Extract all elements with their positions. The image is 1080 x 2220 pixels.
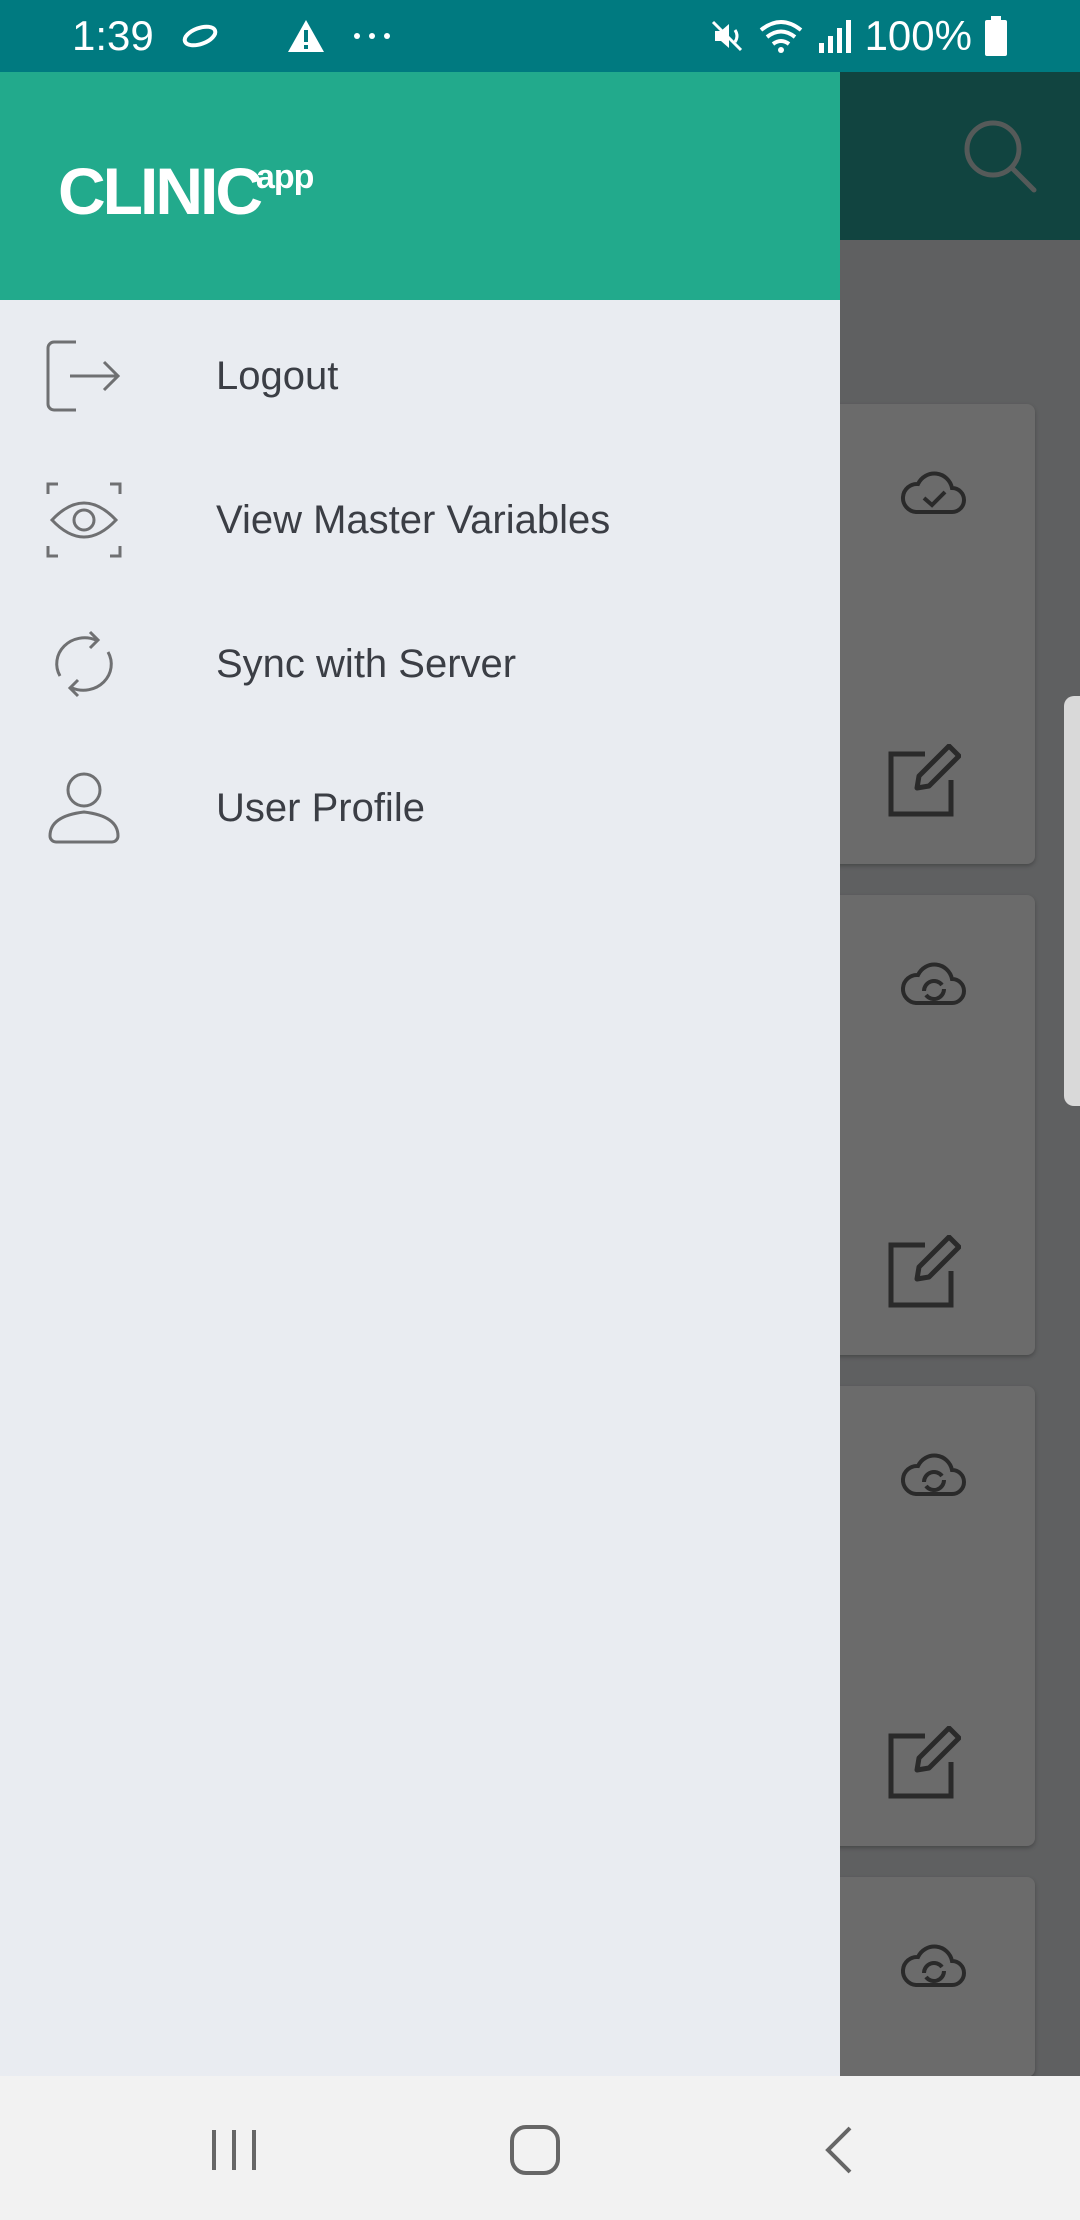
wifi-icon <box>759 20 802 53</box>
menu-item-label: Logout <box>216 353 339 398</box>
menu-item-label: View Master Variables <box>216 497 611 542</box>
scrollbar-thumb[interactable] <box>1064 696 1080 1106</box>
warning-icon <box>287 20 324 52</box>
system-nav-bar <box>0 2076 1080 2220</box>
menu-item-user-profile[interactable]: User Profile <box>0 736 840 880</box>
menu-item-label: User Profile <box>216 785 425 830</box>
battery-percent: 100% <box>864 12 972 59</box>
menu-item-logout[interactable]: Logout <box>0 304 840 448</box>
cloud-sync-icon <box>900 962 966 1005</box>
sync-notification-icon <box>182 24 218 48</box>
search-icon[interactable] <box>960 116 1038 194</box>
home-icon[interactable] <box>505 2120 565 2180</box>
status-bar: 1:39 100% <box>0 0 1080 72</box>
menu-item-sync-with-server[interactable]: Sync with Server <box>0 592 840 736</box>
edit-icon[interactable] <box>885 1726 961 1802</box>
more-dots-icon <box>353 33 390 39</box>
battery-icon <box>985 16 1007 56</box>
logout-icon <box>46 340 121 412</box>
navigation-drawer: CLINICapp Logout View Master Variables <box>0 72 840 2076</box>
status-time: 1:39 <box>72 12 154 59</box>
recent-apps-icon[interactable] <box>204 2120 264 2180</box>
drawer-header: CLINIC app <box>0 72 840 300</box>
back-icon[interactable] <box>810 2120 870 2180</box>
sync-icon <box>55 630 113 698</box>
app-logo: CLINIC app <box>58 154 314 228</box>
edit-icon[interactable] <box>885 1235 961 1311</box>
mute-icon <box>711 20 742 52</box>
edit-icon[interactable] <box>885 744 961 820</box>
eye-scan-icon <box>46 482 122 558</box>
cloud-sync-icon <box>900 1944 966 1987</box>
user-icon <box>48 772 120 844</box>
cloud-sync-icon <box>900 1453 966 1496</box>
screen: 1:39 100% CLINIC app Logout View Master … <box>0 0 1080 2220</box>
menu-item-label: Sync with Server <box>216 641 517 686</box>
menu-item-view-master-variables[interactable]: View Master Variables <box>0 448 840 592</box>
signal-icon <box>818 20 851 53</box>
drawer-menu: Logout View Master Variables Sync with S… <box>0 304 840 880</box>
cloud-check-icon <box>900 471 966 514</box>
